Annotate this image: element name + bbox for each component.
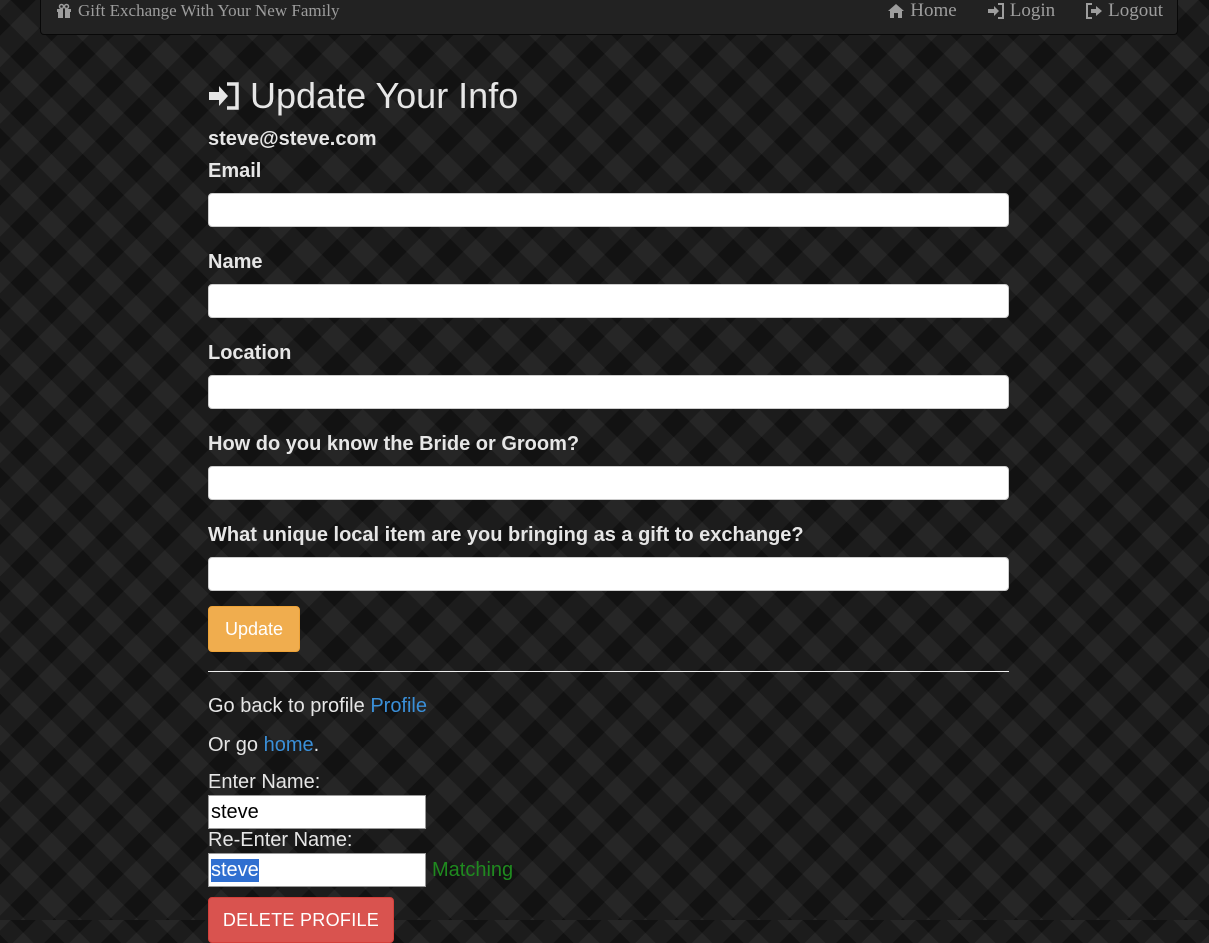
nav-login-link[interactable]: Login <box>987 0 1055 22</box>
gift-field[interactable] <box>208 557 1009 591</box>
nav-links: Home Login Logout <box>887 0 1163 22</box>
delete-profile-button[interactable]: DELETE PROFILE <box>208 897 394 943</box>
name-label: Name <box>208 251 263 273</box>
home-link[interactable]: home <box>264 734 314 756</box>
email-group: Email <box>208 160 1009 227</box>
home-icon <box>888 4 905 18</box>
logout-icon <box>1086 3 1103 19</box>
page-title-text: Update Your Info <box>250 75 519 116</box>
location-group: Location <box>208 342 1009 409</box>
sign-in-icon <box>209 82 239 110</box>
brand-label: Gift Exchange With Your New Family <box>78 1 340 20</box>
home-suffix: . <box>313 734 320 756</box>
nav-logout-label: Logout <box>1108 0 1163 21</box>
home-prefix: Or go <box>208 734 264 756</box>
relationship-field[interactable] <box>208 466 1009 500</box>
enter-name-label: Enter Name: <box>208 771 321 793</box>
nav-home-link[interactable]: Home <box>887 0 957 22</box>
enter-name-input[interactable] <box>208 795 426 829</box>
email-field[interactable] <box>208 193 1009 227</box>
gift-icon <box>57 3 71 18</box>
page-title: Update Your Info <box>208 74 1009 118</box>
gift-group: What unique local item are you bringing … <box>208 524 1009 591</box>
user-email: steve@steve.com <box>208 128 377 150</box>
relationship-label: How do you know the Bride or Groom? <box>208 433 580 455</box>
name-field[interactable] <box>208 284 1009 318</box>
navbar: Gift Exchange With Your New Family Home … <box>40 0 1178 35</box>
reenter-name-value: steve <box>211 858 259 882</box>
nav-login-label: Login <box>1009 0 1056 21</box>
reenter-name-label: Re-Enter Name: <box>208 829 353 851</box>
back-to-profile-line: Go back to profile Profile <box>208 695 1009 719</box>
back-text: Go back to profile <box>208 695 371 717</box>
location-label: Location <box>208 342 292 364</box>
update-button[interactable]: Update <box>208 606 300 652</box>
email-label: Email <box>208 160 262 182</box>
login-icon <box>987 3 1004 19</box>
go-home-line: Or go home. <box>208 734 1009 758</box>
matching-status: Matching <box>432 858 514 881</box>
nav-logout-link[interactable]: Logout <box>1085 0 1163 22</box>
gift-label: What unique local item are you bringing … <box>208 524 804 546</box>
name-group: Name <box>208 251 1009 318</box>
divider <box>208 671 1009 672</box>
location-field[interactable] <box>208 375 1009 409</box>
reenter-row: steve Matching <box>208 853 1009 887</box>
main-content: Update Your Info steve@steve.com Email N… <box>208 74 1009 943</box>
brand[interactable]: Gift Exchange With Your New Family <box>55 1 340 21</box>
nav-home-label: Home <box>910 0 957 21</box>
relationship-group: How do you know the Bride or Groom? <box>208 433 1009 500</box>
reenter-name-input[interactable]: steve <box>208 853 426 887</box>
profile-link[interactable]: Profile <box>370 695 427 717</box>
